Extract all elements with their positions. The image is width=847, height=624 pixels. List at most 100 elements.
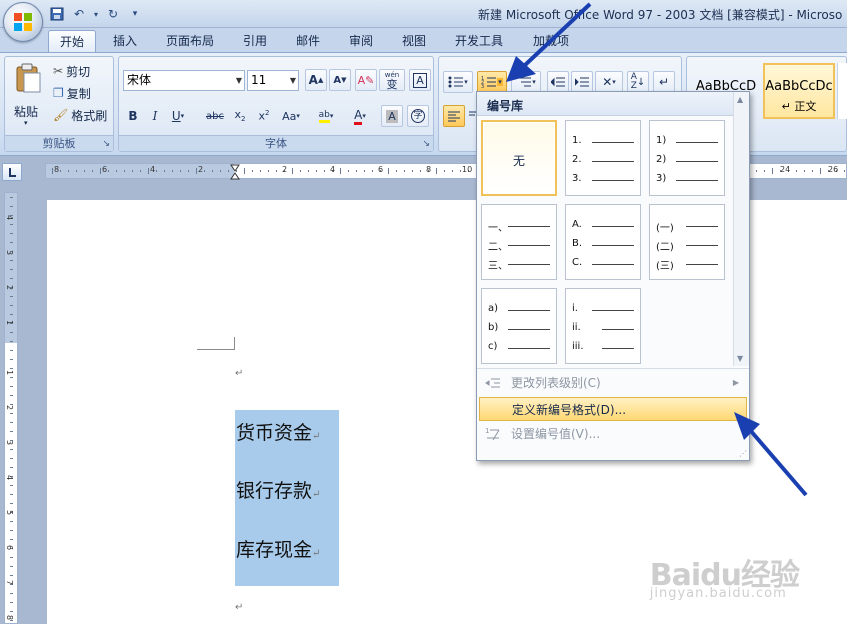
style-gallery-item-normal[interactable]: AaBbCcDc ↵ 正文: [763, 63, 835, 119]
ruler-tick: [300, 170, 301, 172]
cut-button[interactable]: ✂ 剪切: [53, 62, 90, 80]
numbering-format-row: 1.: [572, 135, 634, 146]
tab-page-layout[interactable]: 页面布局: [156, 30, 224, 52]
chevron-down-icon[interactable]: ▼: [236, 71, 242, 90]
bullets-icon: [448, 76, 464, 88]
numbering-format-option[interactable]: 1) 2) 3): [649, 120, 725, 196]
numbering-library-menu: 编号库 ▲ ▼ 无 1. 2. 3. 1) 2) 3) 一、 二、 三、 A. B. C. (一) (二)…: [476, 91, 750, 461]
underline-button[interactable]: U ▾: [167, 105, 189, 127]
numbering-format-option[interactable]: A. B. C.: [565, 204, 641, 280]
vertical-ruler[interactable]: 4 3 2 1 1 2 3 4 5 6 7 8: [4, 192, 18, 624]
show-formatting-marks-icon[interactable]: ↵: [653, 71, 675, 93]
tab-insert[interactable]: 插入: [102, 30, 148, 52]
office-button[interactable]: [3, 2, 43, 42]
ruler-tick: [10, 242, 13, 243]
tab-view[interactable]: 视图: [391, 30, 437, 52]
tab-references[interactable]: 引用: [232, 30, 278, 52]
strikethrough-button[interactable]: abc: [203, 105, 227, 127]
decrease-indent-icon[interactable]: [547, 71, 569, 93]
superscript-button[interactable]: x2: [253, 105, 275, 127]
font-color-button[interactable]: A ▾: [345, 105, 375, 127]
ruler-tick: [10, 458, 13, 459]
document-line[interactable]: 银行存款↵: [236, 476, 320, 503]
clipboard-launcher-icon[interactable]: ↘: [102, 139, 110, 149]
numbering-format-option[interactable]: 一、 二、 三、: [481, 204, 557, 280]
ruler-tick: [292, 168, 293, 174]
numbering-format-label: 2): [656, 154, 667, 165]
sort-icon[interactable]: A Z ↓: [627, 71, 649, 93]
numbering-format-option[interactable]: 1. 2. 3.: [565, 120, 641, 196]
tab-addins[interactable]: 加载项: [522, 30, 580, 52]
set-numbering-value-item[interactable]: 1 设置编号值(V)...: [479, 422, 747, 446]
copy-button[interactable]: ❐ 复制: [53, 84, 91, 102]
undo-icon[interactable]: ↶: [70, 5, 88, 23]
ruler-tick: [156, 170, 157, 172]
paste-label: 粘贴: [14, 105, 39, 119]
format-painter-button[interactable]: 🖌 格式刷: [53, 106, 107, 124]
define-new-number-format-item[interactable]: 定义新编号格式(D)...: [479, 397, 747, 421]
ruler-tick: [10, 494, 13, 495]
ruler-tick: [396, 170, 397, 172]
save-icon[interactable]: [48, 5, 66, 23]
ruler-tick: [756, 170, 757, 172]
tab-review[interactable]: 审阅: [338, 30, 384, 52]
tab-developer[interactable]: 开发工具: [444, 30, 514, 52]
document-line[interactable]: 库存现金↵: [236, 535, 320, 562]
ruler-tick: [124, 170, 125, 172]
numbering-format-row: A.: [572, 219, 634, 230]
ruler-tick: [10, 368, 13, 369]
numbering-format-label: ii.: [572, 322, 581, 333]
resize-grip-icon[interactable]: ⋰: [739, 449, 747, 458]
chevron-down-icon[interactable]: ▼: [290, 71, 296, 90]
italic-button[interactable]: I: [145, 105, 165, 127]
font-name-combo[interactable]: 宋体 ▼: [123, 70, 245, 91]
font-launcher-icon[interactable]: ↘: [422, 139, 430, 149]
format-painter-label: 格式刷: [71, 108, 108, 123]
enclose-characters-button[interactable]: 字: [407, 105, 429, 127]
shrink-font-button[interactable]: A ▼: [329, 69, 351, 91]
ruler-label: 3: [5, 249, 15, 256]
character-shading-button[interactable]: A: [381, 105, 403, 127]
redo-icon[interactable]: ↻: [104, 5, 122, 23]
ribbon-tabs: 开始 插入 页面布局 引用 邮件 审阅 视图 开发工具 加载项: [0, 28, 847, 52]
bold-button[interactable]: B: [123, 105, 143, 127]
customize-qat-icon[interactable]: ▾: [126, 5, 144, 23]
increase-indent-icon[interactable]: [571, 71, 593, 93]
chinese-layout-icon[interactable]: ✕ ▾: [595, 71, 623, 93]
numbering-format-none[interactable]: 无: [481, 120, 557, 196]
numbering-format-line: [592, 226, 634, 227]
undo-dropdown-icon[interactable]: ▾: [92, 5, 100, 23]
character-border-button[interactable]: A: [409, 69, 431, 91]
grow-font-button[interactable]: A ▲: [305, 69, 327, 91]
menu-scrollbar[interactable]: ▲ ▼: [733, 92, 749, 366]
change-list-level-item[interactable]: 更改列表级别(C) ▶: [479, 371, 747, 395]
numbering-format-option[interactable]: (一) (二) (三): [649, 204, 725, 280]
tab-mailings[interactable]: 邮件: [285, 30, 331, 52]
clear-formatting-icon[interactable]: A✎: [355, 69, 377, 91]
subscript-button[interactable]: x2: [229, 105, 251, 127]
document-line[interactable]: 货币资金↵: [236, 418, 320, 445]
numbering-format-row: c): [488, 341, 550, 352]
font-group-label: 字体: [119, 135, 433, 151]
scroll-down-icon[interactable]: ▼: [737, 354, 743, 363]
paste-dropdown-icon[interactable]: ▾: [24, 119, 28, 127]
change-case-button[interactable]: Aa ▾: [277, 105, 305, 127]
text-highlight-button[interactable]: ab ▾: [311, 105, 341, 127]
font-size-combo[interactable]: 11 ▼: [247, 70, 299, 91]
multilevel-list-button[interactable]: ▾: [511, 71, 541, 93]
tab-selector-button[interactable]: [2, 163, 22, 181]
phonetic-guide-button[interactable]: wén 变: [379, 69, 405, 91]
ruler-label: 6: [378, 165, 384, 174]
tab-home[interactable]: 开始: [48, 30, 96, 52]
align-left-icon[interactable]: [443, 105, 465, 127]
numbering-button[interactable]: 1 2 3 ▾: [477, 71, 507, 93]
ruler-tick: [10, 395, 13, 396]
style-gallery-item-partial[interactable]: [837, 63, 847, 119]
scroll-up-icon[interactable]: ▲: [737, 95, 743, 104]
paste-button[interactable]: 粘贴 ▾: [11, 61, 45, 129]
numbering-format-option[interactable]: a) b) c): [481, 288, 557, 364]
numbering-format-option[interactable]: i. ii. iii.: [565, 288, 641, 364]
indent-marker-icon[interactable]: [230, 164, 240, 180]
ruler-label: 8: [426, 165, 432, 174]
bullets-button[interactable]: ▾: [443, 71, 473, 93]
